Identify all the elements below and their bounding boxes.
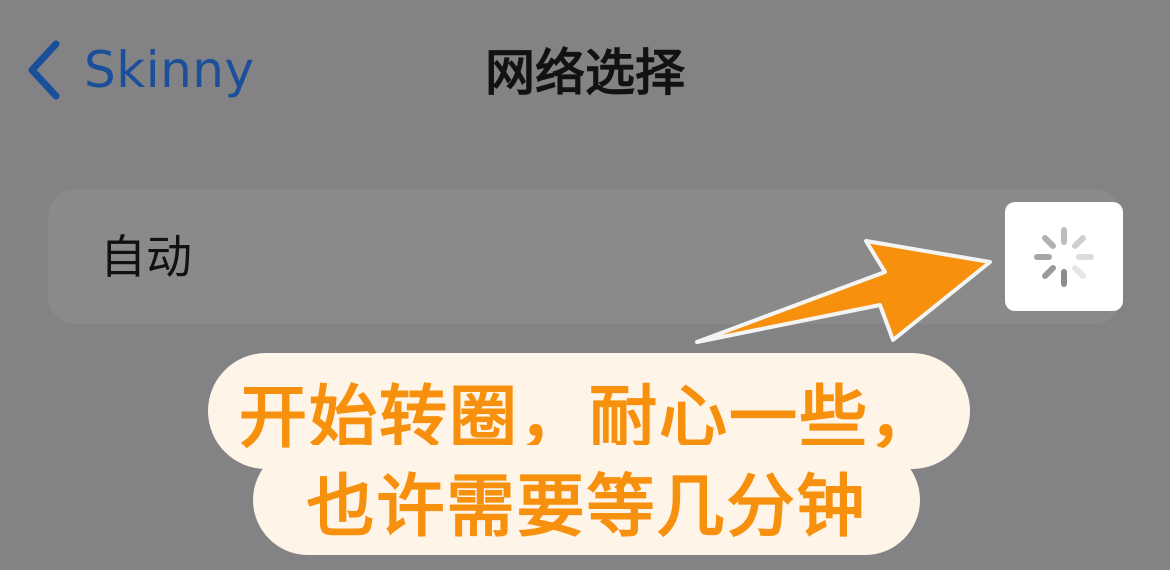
page-title: 网络选择 (485, 44, 685, 102)
option-label: 自动 (100, 230, 192, 284)
network-option-automatic[interactable]: 自动 (48, 189, 1122, 324)
annotation-bubble-line2: 也许需要等几分钟 (253, 445, 920, 555)
loading-indicator (1005, 202, 1123, 311)
annotation-text-line2: 也许需要等几分钟 (306, 467, 867, 547)
loading-spinner-icon (1034, 227, 1094, 287)
navigation-bar: Skinny 网络选择 (0, 0, 1170, 140)
